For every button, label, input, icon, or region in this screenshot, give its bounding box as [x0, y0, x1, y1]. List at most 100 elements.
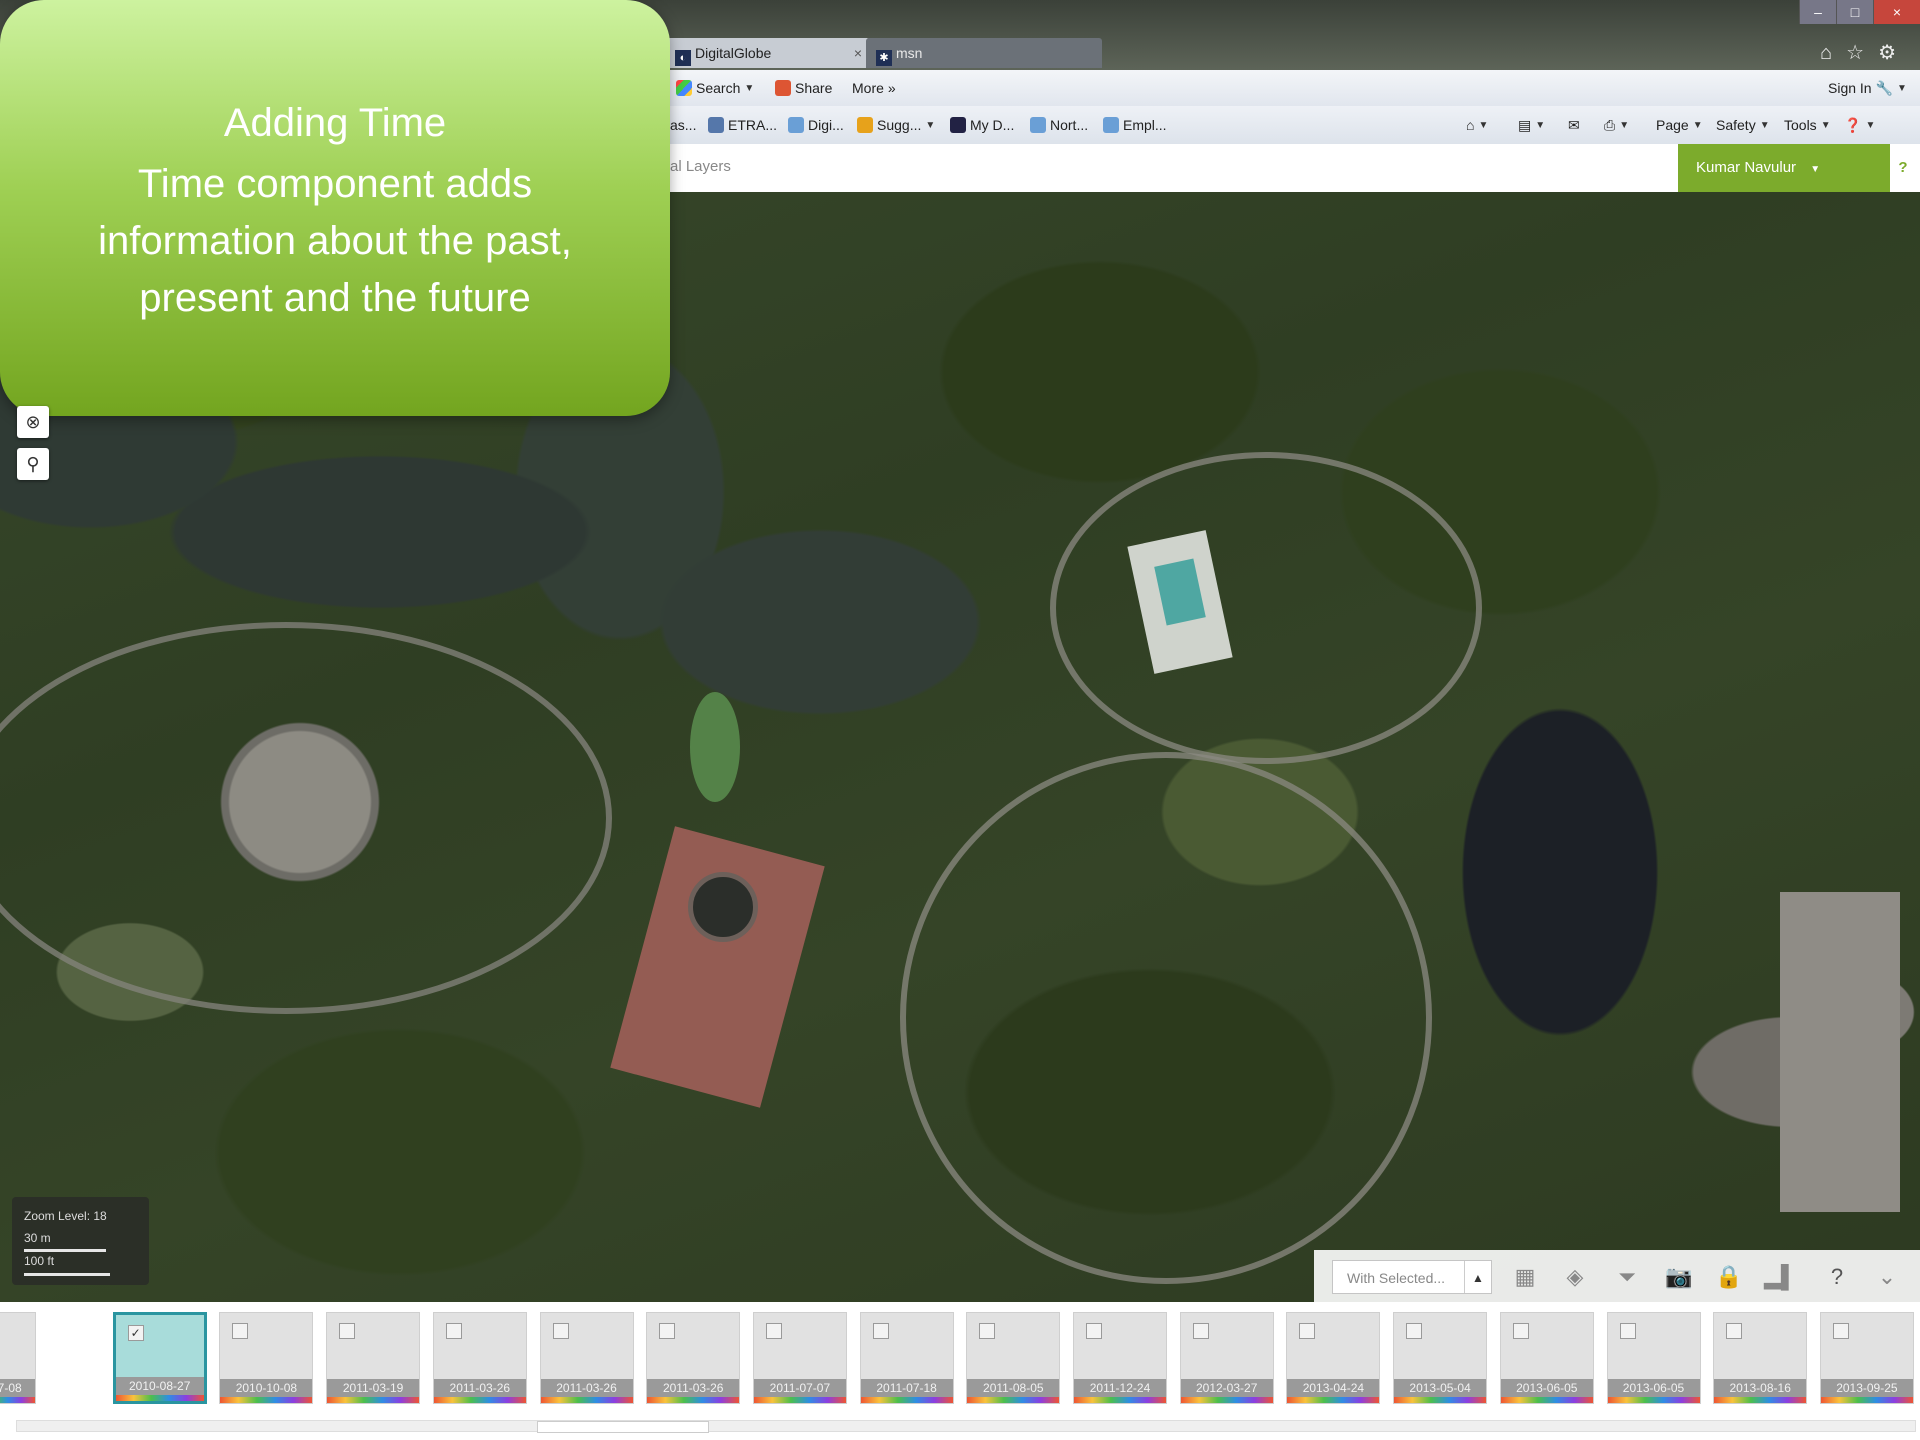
timeline-scrollbar[interactable]	[16, 1420, 1916, 1433]
thumbnail-date: 2011-07-07	[753, 1379, 846, 1397]
sign-in-button[interactable]: Sign In 🔧 ▼	[1828, 70, 1907, 106]
thumbnail-checkbox[interactable]	[552, 1323, 569, 1339]
minimize-icon[interactable]: –	[1799, 0, 1836, 24]
chevron-down-icon: ▼	[1478, 119, 1489, 131]
rss-icon: ▤	[1518, 116, 1532, 133]
favorite-item[interactable]: Nort...	[1030, 106, 1088, 144]
imagery-timeline: 0-07-08 ✓ 2010-08-27 2010-10-08 2011-03-19 20…	[0, 1302, 1920, 1440]
timeline-thumbnail[interactable]: 0-07-08	[0, 1312, 36, 1404]
thumbnail-checkbox[interactable]	[765, 1323, 782, 1339]
thumbnail-checkbox[interactable]	[1299, 1323, 1316, 1339]
thumbnail-checkbox[interactable]	[1512, 1323, 1529, 1339]
thumbnail-checkbox[interactable]	[339, 1323, 356, 1339]
thumbnail-checkbox[interactable]	[445, 1323, 462, 1339]
thumbnail-date: 2011-08-05	[967, 1379, 1060, 1397]
lock-icon[interactable]: 🔒	[1714, 1262, 1744, 1292]
thumbnail-checkbox[interactable]	[872, 1323, 889, 1339]
thumbnail-checkbox[interactable]	[979, 1323, 996, 1339]
brightness-icon[interactable]: ▂▌	[1764, 1262, 1797, 1292]
help-icon[interactable]: ?	[1892, 157, 1914, 179]
tools-menu-label: Tools	[1784, 117, 1817, 133]
layers-icon[interactable]: ◈	[1560, 1262, 1590, 1292]
place-marker-button[interactable]: ⚲	[17, 448, 49, 480]
thumbnail-checkbox[interactable]	[1086, 1323, 1102, 1339]
timeline-thumbnail[interactable]: 2011-03-19	[326, 1312, 421, 1404]
timeline-thumbnail[interactable]: 2011-03-26	[646, 1312, 741, 1404]
favorite-item[interactable]: Sugg... ▼	[857, 106, 935, 144]
print-menu[interactable]: ⎙ ▼	[1604, 106, 1629, 144]
tools-menu[interactable]: Tools ▼	[1784, 106, 1831, 144]
thumbnail-checkbox[interactable]	[1726, 1323, 1743, 1339]
favorite-item[interactable]: My D...	[950, 106, 1014, 144]
thumbnail-checkbox[interactable]	[1192, 1323, 1209, 1339]
favorite-label: Nort...	[1050, 117, 1089, 133]
scale-feet: 100 ft	[24, 1254, 55, 1268]
favorite-item[interactable]: as...	[670, 106, 696, 144]
tab-label: msn	[896, 45, 923, 61]
collapse-icon[interactable]: ⌄	[1872, 1262, 1902, 1292]
favorite-item[interactable]: ETRA...	[708, 106, 777, 144]
timeline-thumbnail[interactable]: 2013-06-05	[1499, 1312, 1594, 1404]
thumbnail-checkbox[interactable]	[1619, 1323, 1636, 1339]
timeline-thumbnail[interactable]: 2013-06-05	[1606, 1312, 1701, 1404]
home-icon[interactable]: ⌂	[1820, 42, 1846, 64]
reset-view-button[interactable]: ⊗	[17, 406, 49, 438]
close-tab-icon[interactable]: ×	[854, 38, 862, 68]
timeline-thumbnail[interactable]: 2012-03-27	[1179, 1312, 1274, 1404]
thumbnail-checkbox[interactable]: ✓	[127, 1325, 144, 1341]
favorites-star-icon[interactable]: ☆	[1846, 42, 1878, 64]
home-menu[interactable]: ⌂ ▼	[1466, 106, 1488, 144]
page-menu-label: Page	[1656, 117, 1689, 133]
scrollbar-thumb[interactable]	[537, 1421, 709, 1433]
feeds-menu[interactable]: ▤ ▼	[1518, 106, 1545, 144]
tab-msn[interactable]: ✱ msn	[866, 38, 1102, 68]
thumbnail-spectrum-bar	[1607, 1397, 1700, 1403]
timeline-thumbnail[interactable]: 2013-08-16	[1713, 1312, 1808, 1404]
suggested-sites-icon	[857, 117, 873, 133]
thumbnail-checkbox[interactable]	[1406, 1323, 1423, 1339]
thumbnail-checkbox[interactable]	[232, 1323, 249, 1339]
window-controls: – □ ×	[1799, 0, 1920, 26]
help-icon[interactable]: ?	[1822, 1262, 1852, 1292]
timeline-thumbnail[interactable]: 2013-05-04	[1393, 1312, 1488, 1404]
filter-icon[interactable]: ⏷	[1612, 1262, 1642, 1292]
zoom-scale-panel: Zoom Level: 18 30 m 100 ft	[12, 1197, 149, 1285]
close-window-icon[interactable]: ×	[1873, 0, 1920, 24]
mail-button[interactable]: ✉	[1568, 106, 1580, 144]
page-icon	[1103, 117, 1119, 133]
user-menu[interactable]: Kumar Navulur ▼	[1678, 144, 1890, 192]
timeline-thumbnail[interactable]: 2011-08-05	[966, 1312, 1061, 1404]
maximize-icon[interactable]: □	[1836, 0, 1873, 24]
timeline-thumbnail[interactable]: 2010-10-08	[219, 1312, 314, 1404]
more-button[interactable]: More»	[852, 70, 896, 106]
grid-icon[interactable]: ▦	[1510, 1262, 1540, 1292]
thumbnail-checkbox[interactable]	[1832, 1323, 1849, 1339]
timeline-thumbnail[interactable]: 2013-04-24	[1286, 1312, 1381, 1404]
thumbnail-checkbox[interactable]	[659, 1323, 676, 1339]
timeline-thumbnail[interactable]: 2011-07-07	[752, 1312, 847, 1404]
gear-icon[interactable]: ⚙	[1878, 42, 1910, 64]
help-menu[interactable]: ❓ ▼	[1844, 106, 1875, 144]
layers-label[interactable]: al Layers	[670, 158, 731, 175]
page-menu[interactable]: Page ▼	[1656, 106, 1703, 144]
timeline-thumbnail[interactable]: 2013-09-25	[1819, 1312, 1914, 1404]
with-selected-dropdown[interactable]: With Selected... ▲	[1332, 1260, 1492, 1294]
scale-bar-meters	[24, 1249, 106, 1252]
timeline-thumbnail[interactable]: 2011-03-26	[539, 1312, 634, 1404]
favorite-item[interactable]: Digi...	[788, 106, 844, 144]
camera-icon[interactable]: 📷	[1664, 1262, 1694, 1292]
search-button[interactable]: Search ▼	[676, 70, 754, 106]
safety-menu[interactable]: Safety ▼	[1716, 106, 1770, 144]
thumbnail-date: 2013-06-05	[1500, 1379, 1593, 1397]
callout-body: Time component adds information about th…	[98, 162, 572, 320]
favorite-item[interactable]: Empl...	[1103, 106, 1167, 144]
timeline-thumbnail[interactable]: 2011-03-26	[432, 1312, 527, 1404]
share-button[interactable]: Share	[775, 70, 832, 106]
tab-digitalglobe[interactable]: ◐ DigitalGlobe ×	[665, 38, 870, 68]
target-icon: ⊗	[25, 412, 41, 432]
map-pin-icon: ⚲	[26, 454, 40, 474]
timeline-thumbnail[interactable]: 2011-07-18	[859, 1312, 954, 1404]
timeline-thumbnail[interactable]: ✓ 2010-08-27	[112, 1312, 207, 1404]
thumbnail-date: 2012-03-27	[1180, 1379, 1273, 1397]
timeline-thumbnail[interactable]: 2011-12-24	[1073, 1312, 1167, 1404]
